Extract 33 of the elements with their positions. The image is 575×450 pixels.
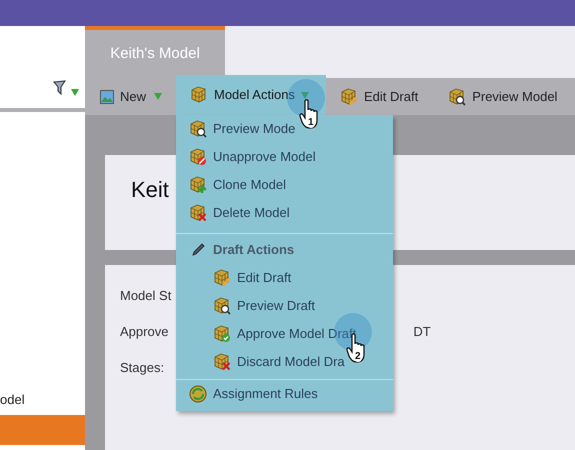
menu-item[interactable]: Assignment Rules — [176, 380, 393, 408]
cube-icon — [189, 204, 207, 222]
model-title: Keit — [131, 177, 169, 202]
menu-item[interactable]: Clone Model — [176, 171, 393, 199]
cube-icon — [189, 148, 207, 166]
cube-icon — [448, 88, 466, 106]
menu-item[interactable]: Edit Draft — [176, 264, 393, 292]
field-label: Approve — [120, 323, 168, 342]
section-heading: Draft Actions — [213, 241, 294, 260]
pencil-icon — [191, 243, 205, 257]
cube-icon — [189, 120, 207, 138]
list-item-text: odel — [0, 390, 26, 408]
cube-icon — [213, 297, 231, 315]
menu-item[interactable]: Preview Draft — [176, 292, 393, 320]
field-value: DT — [413, 323, 431, 342]
menu-header[interactable]: Model Actions — [176, 75, 326, 115]
toolbar-button[interactable]: Preview Model — [448, 86, 558, 106]
cube-icon — [189, 176, 207, 194]
toolbar-button[interactable]: New — [100, 86, 146, 106]
toolbar-button[interactable]: Edit Draft — [340, 86, 418, 106]
cube-icon — [213, 269, 231, 287]
menu-item[interactable]: Delete Model — [176, 199, 393, 227]
field-label: Model St — [120, 287, 172, 306]
field-label: Stages: — [120, 359, 164, 378]
caret-icon — [71, 89, 79, 96]
cube-icon — [213, 353, 231, 371]
cube-icon — [190, 86, 208, 104]
cube-icon — [340, 88, 358, 106]
refresh-icon — [189, 385, 207, 403]
cube-icon — [213, 325, 231, 343]
menu-item[interactable]: Unapprove Model — [176, 143, 393, 171]
filter-icon[interactable] — [53, 80, 67, 96]
image-icon — [100, 90, 114, 104]
